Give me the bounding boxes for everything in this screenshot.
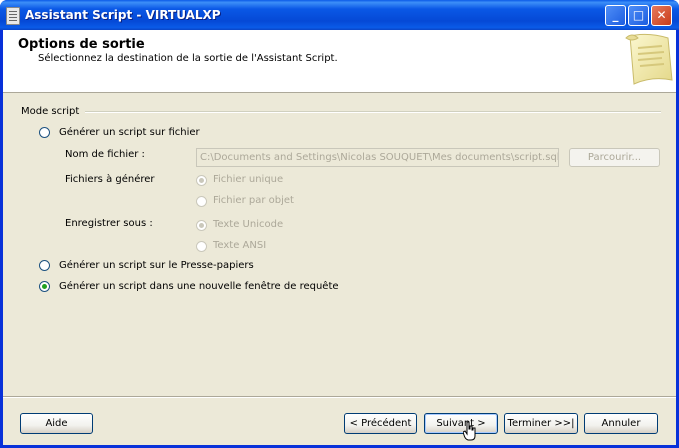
files-to-generate-label: Fichiers à générer <box>65 174 155 185</box>
radio-script-to-file-label[interactable]: Générer un script sur fichier <box>59 127 200 138</box>
radio-unicode-text[interactable] <box>196 220 207 231</box>
minimize-button[interactable]: _ <box>605 5 626 26</box>
scroll-icon <box>625 33 673 85</box>
radio-script-to-file[interactable] <box>39 127 50 138</box>
radio-single-file-label[interactable]: Fichier unique <box>213 174 283 185</box>
maximize-button[interactable]: □ <box>628 5 649 26</box>
window-title: Assistant Script - VIRTUALXP <box>25 8 221 22</box>
group-divider <box>85 111 661 113</box>
wizard-window: Assistant Script - VIRTUALXP _ □ ✕ Optio… <box>0 0 679 448</box>
previous-button[interactable]: < Précédent <box>344 413 417 434</box>
radio-single-file[interactable] <box>196 175 207 186</box>
radio-script-to-clipboard[interactable] <box>39 260 50 271</box>
radio-script-to-clipboard-label[interactable]: Générer un script sur le Presse-papiers <box>59 260 254 271</box>
wizard-header: Options de sortie Sélectionnez la destin… <box>3 30 676 93</box>
footer-divider <box>3 396 676 398</box>
radio-unicode-text-label[interactable]: Texte Unicode <box>213 219 283 230</box>
radio-ansi-text[interactable] <box>196 241 207 252</box>
hand-pointer-cursor <box>463 421 476 441</box>
next-button[interactable]: Suivant > <box>424 413 498 434</box>
radio-ansi-text-label[interactable]: Texte ANSI <box>213 240 266 251</box>
radio-file-per-object[interactable] <box>196 196 207 207</box>
browse-button[interactable]: Parcourir... <box>569 148 660 167</box>
title-bar[interactable]: Assistant Script - VIRTUALXP _ □ ✕ <box>0 0 679 30</box>
page-title: Options de sortie <box>18 37 145 52</box>
mode-script-group-label: Mode script <box>21 106 80 117</box>
radio-file-per-object-label[interactable]: Fichier par objet <box>213 195 294 206</box>
cancel-button[interactable]: Annuler <box>584 413 658 434</box>
close-button[interactable]: ✕ <box>651 5 672 26</box>
help-button[interactable]: Aide <box>20 413 93 434</box>
radio-script-to-query-window[interactable] <box>39 281 50 292</box>
script-document-icon <box>6 7 20 25</box>
finish-button[interactable]: Terminer >>| <box>504 413 578 434</box>
save-as-label: Enregistrer sous : <box>65 218 153 229</box>
dialog-client-area: Options de sortie Sélectionnez la destin… <box>3 30 676 445</box>
filename-label: Nom de fichier : <box>65 149 145 160</box>
radio-script-to-query-window-label[interactable]: Générer un script dans une nouvelle fenê… <box>59 281 339 292</box>
page-subtitle: Sélectionnez la destination de la sortie… <box>38 53 338 64</box>
filename-field[interactable]: C:\Documents and Settings\Nicolas SOUQUE… <box>196 148 559 167</box>
